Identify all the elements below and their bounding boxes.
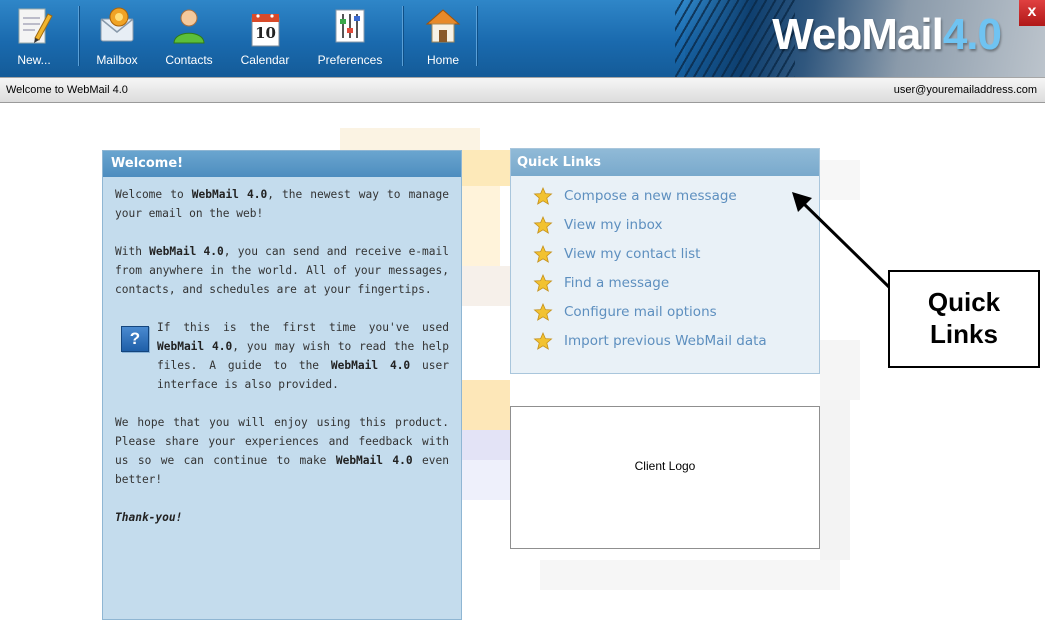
preferences-button[interactable]: Preferences [306,0,394,72]
home-button-label: Home [426,53,459,67]
welcome-paragraph-features: With WebMail 4.0, you can send and recei… [115,245,449,296]
toolbar-separator [402,6,404,66]
calendar-button-label: Calendar [240,53,290,67]
annotation-arrow [792,192,892,290]
brand-logo: WebMail4.0 [772,10,1002,60]
quick-link-label: Find a message [564,274,670,291]
preferences-button-label: Preferences [317,53,383,67]
welcome-paragraph-intro: Welcome to WebMail 4.0, the newest way t… [115,188,450,220]
quick-link-label: View my inbox [564,216,663,233]
client-logo-box: Client Logo [510,406,820,549]
mailbox-icon [97,6,137,53]
mailbox-button[interactable]: Mailbox [88,0,146,72]
top-toolbar: New... Mailbox Contacts 10 Calendar Pref… [0,0,1045,77]
quick-link-import[interactable]: Import previous WebMail data [533,326,819,355]
quick-links-list: Compose a new message View my inbox View… [511,176,819,355]
quick-link-label: Import previous WebMail data [564,332,767,349]
star-icon [533,331,553,350]
toolbar-separator [78,6,80,66]
toolbar-separator [476,6,478,66]
contacts-button-label: Contacts [165,53,213,67]
welcome-signoff: Thank-you! [115,511,183,524]
quick-link-find-message[interactable]: Find a message [533,268,819,297]
home-icon [423,6,463,53]
quick-link-mail-options[interactable]: Configure mail options [533,297,819,326]
quick-link-contact-list[interactable]: View my contact list [533,239,819,268]
star-icon [533,244,553,263]
home-button[interactable]: Home [416,0,470,72]
welcome-panel: Welcome! Welcome to WebMail 4.0, the new… [102,150,462,620]
welcome-status-text: Welcome to WebMail 4.0 [6,84,128,96]
quick-links-panel: Quick Links Compose a new message View m… [510,148,820,374]
new-button[interactable]: New... [6,0,62,72]
star-icon [533,302,553,321]
quick-link-label: View my contact list [564,245,701,262]
calendar-day-number: 10 [255,24,276,42]
quick-link-inbox[interactable]: View my inbox [533,210,819,239]
quick-links-title: Quick Links [511,149,819,176]
quick-link-compose[interactable]: Compose a new message [533,181,819,210]
brand-name: WebMail [772,10,944,59]
contacts-icon [169,6,209,53]
quick-link-label: Configure mail options [564,303,717,320]
close-button[interactable]: x [1019,0,1045,26]
mailbox-button-label: Mailbox [96,53,138,67]
user-email: user@youremailaddress.com [893,84,1037,96]
welcome-panel-body: Welcome to WebMail 4.0, the newest way t… [103,177,461,527]
annotation-callout: Quick Links [888,270,1040,368]
brand-version: 4.0 [942,10,1002,59]
star-icon [533,215,553,234]
calendar-icon: 10 [245,10,285,50]
client-logo-text: Client Logo [634,459,696,473]
contacts-button[interactable]: Contacts [156,0,222,72]
status-bar: Welcome to WebMail 4.0 user@youremailadd… [0,77,1045,103]
star-icon [533,273,553,292]
star-icon [533,186,553,205]
calendar-button[interactable]: 10 Calendar [232,0,298,72]
new-button-label: New... [17,53,51,67]
preferences-icon [330,6,370,53]
welcome-paragraph-feedback: We hope that you will enjoy using this p… [115,416,449,486]
quick-link-label: Compose a new message [564,187,737,204]
annotation-line-1: Quick [927,287,1001,317]
welcome-panel-title: Welcome! [103,151,461,177]
help-icon[interactable]: ? [121,326,149,352]
welcome-paragraph-help: ? If this is the first time you've used … [115,318,449,394]
new-message-icon [15,6,53,53]
annotation-line-2: Links [930,319,998,349]
